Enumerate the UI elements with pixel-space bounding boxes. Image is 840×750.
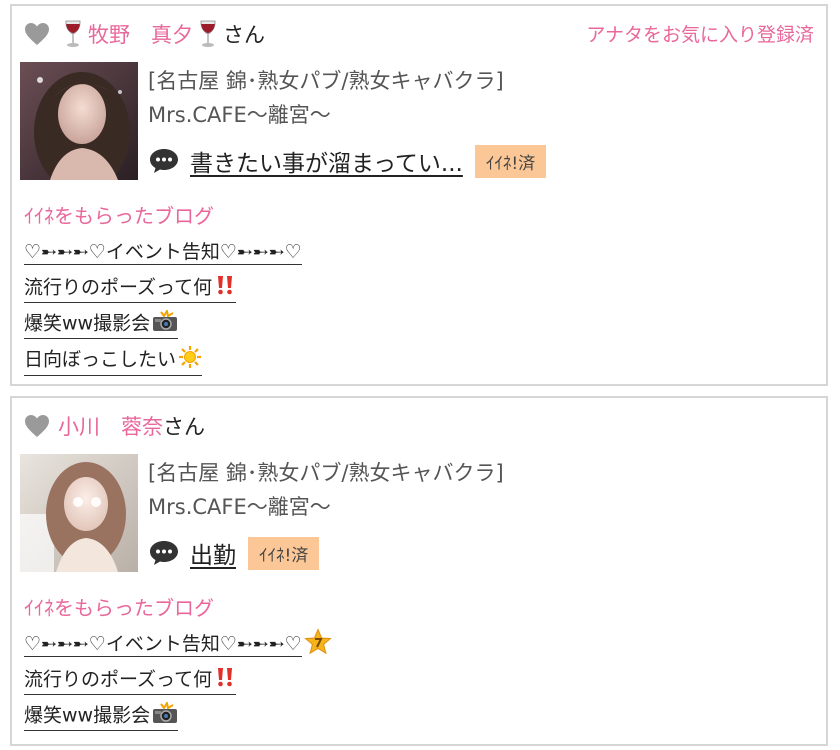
- user-name[interactable]: 小川 蓉奈: [58, 411, 163, 441]
- liked-blog-list: ♡➸➸➸♡イベント告知♡➸➸➸♡ 流行りのポーズって何 爆笑ww撮影会: [24, 626, 332, 734]
- list-item[interactable]: 爆笑ww撮影会: [24, 698, 332, 734]
- camera-flash-icon: [152, 699, 178, 730]
- liked-blogs-heading: ｲｲﾈをもらったブログ: [24, 596, 214, 620]
- user-card: 小川 蓉奈 さん [名古屋 錦･熟女パブ/熟女キャバクラ] Mrs.CAFE～離…: [10, 396, 828, 746]
- shop-name[interactable]: Mrs.CAFE～離宮～: [148, 490, 504, 524]
- double-exclamation-icon: [214, 274, 236, 302]
- liked-badge: ｲｲﾈ!済: [248, 536, 320, 570]
- card-header: 牧野 真夕 さん: [24, 18, 265, 50]
- liked-blogs-heading: ｲｲﾈをもらったブログ: [24, 204, 214, 228]
- user-name[interactable]: 牧野 真夕: [88, 19, 193, 49]
- blog-link[interactable]: ♡➸➸➸♡イベント告知♡➸➸➸♡: [24, 633, 302, 655]
- post-title-link[interactable]: 書きたい事が溜まってい...: [190, 144, 463, 178]
- blog-link[interactable]: 日向ぼっこしたい: [24, 348, 176, 370]
- heart-icon[interactable]: [24, 22, 50, 46]
- liked-badge: ｲｲﾈ!済: [474, 144, 547, 178]
- avatar[interactable]: [20, 62, 138, 180]
- user-card: 牧野 真夕 さん アナタをお気に入り登録済 [名古屋 錦･熟女パブ/熟女キャバク…: [10, 4, 828, 386]
- blog-link[interactable]: 爆笑ww撮影会: [24, 312, 150, 334]
- list-item[interactable]: ♡➸➸➸♡イベント告知♡➸➸➸♡: [24, 626, 332, 662]
- star-icon: [303, 627, 332, 661]
- double-exclamation-icon: [214, 666, 236, 694]
- card-header: 小川 蓉奈 さん: [24, 410, 205, 442]
- blog-link[interactable]: 爆笑ww撮影会: [24, 704, 150, 726]
- speech-bubble-icon: [150, 541, 178, 565]
- latest-post: 書きたい事が溜まってい... ｲｲﾈ!済: [148, 144, 547, 178]
- name-suffix: さん: [223, 23, 265, 47]
- heart-icon[interactable]: [24, 414, 50, 438]
- blog-link[interactable]: ♡➸➸➸♡イベント告知♡➸➸➸♡: [24, 240, 302, 265]
- liked-blog-list: ♡➸➸➸♡イベント告知♡➸➸➸♡ 流行りのポーズって何 爆笑ww撮影会 日向ぼっ…: [24, 234, 302, 378]
- shop-info: [名古屋 錦･熟女パブ/熟女キャバクラ] Mrs.CAFE～離宮～: [148, 456, 504, 524]
- list-item[interactable]: 流行りのポーズって何: [24, 662, 332, 698]
- list-item[interactable]: 爆笑ww撮影会: [24, 306, 302, 342]
- shop-area: [名古屋 錦･熟女パブ/熟女キャバクラ]: [148, 69, 504, 93]
- speech-bubble-icon: [150, 149, 178, 173]
- blog-link[interactable]: 流行りのポーズって何: [24, 276, 212, 298]
- avatar[interactable]: [20, 454, 138, 572]
- post-title-link[interactable]: 出勤: [190, 536, 236, 570]
- name-suffix: さん: [163, 415, 205, 439]
- wine-glass-icon: [64, 20, 82, 48]
- blog-link[interactable]: 流行りのポーズって何: [24, 668, 212, 690]
- camera-flash-icon: [152, 307, 178, 338]
- shop-area: [名古屋 錦･熟女パブ/熟女キャバクラ]: [148, 461, 504, 485]
- wine-glass-icon: [199, 20, 217, 48]
- latest-post: 出勤 ｲｲﾈ!済: [148, 536, 320, 570]
- shop-info: [名古屋 錦･熟女パブ/熟女キャバクラ] Mrs.CAFE～離宮～: [148, 64, 504, 132]
- list-item[interactable]: 日向ぼっこしたい: [24, 342, 302, 378]
- list-item[interactable]: ♡➸➸➸♡イベント告知♡➸➸➸♡: [24, 234, 302, 270]
- list-item[interactable]: 流行りのポーズって何: [24, 270, 302, 306]
- sun-icon: [178, 345, 202, 375]
- shop-name[interactable]: Mrs.CAFE～離宮～: [148, 98, 504, 132]
- favorite-status: アナタをお気に入り登録済: [586, 24, 814, 46]
